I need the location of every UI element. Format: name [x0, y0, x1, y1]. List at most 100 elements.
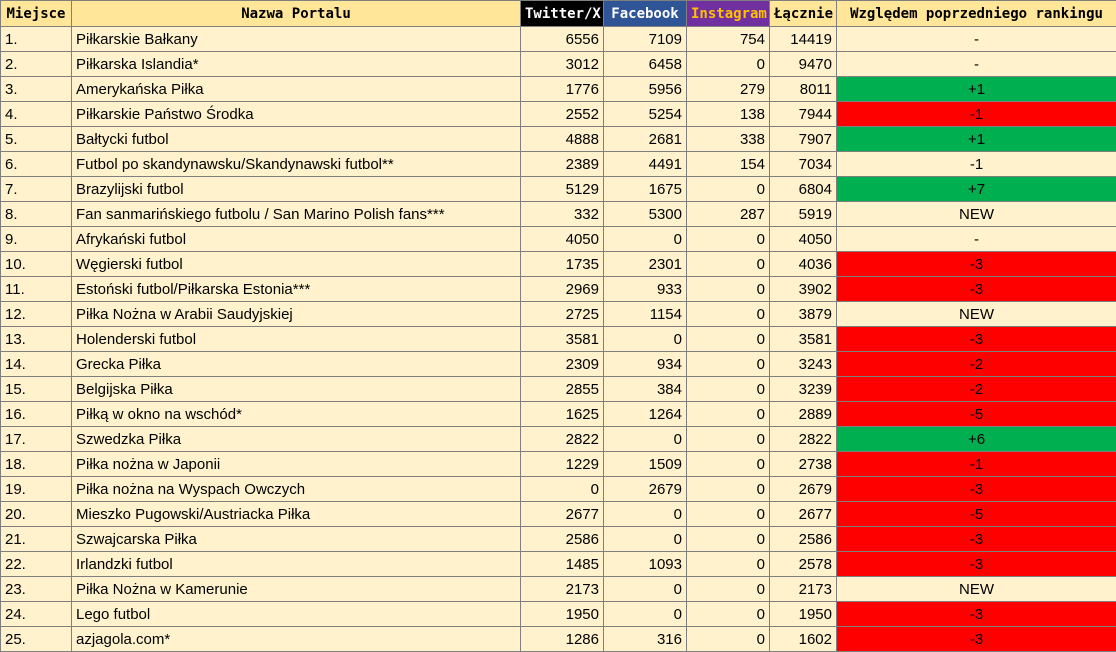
cell-ranking-change[interactable]: -2	[836, 351, 1116, 377]
cell-instagram[interactable]: 0	[686, 376, 770, 402]
cell-twitter[interactable]: 5129	[520, 176, 604, 202]
cell-ranking-change[interactable]: -2	[836, 376, 1116, 402]
cell-instagram[interactable]: 0	[686, 451, 770, 477]
cell-portal-name[interactable]: Mieszko Pugowski/Austriacka Piłka	[71, 501, 521, 527]
cell-facebook[interactable]: 1509	[603, 451, 687, 477]
cell-instagram[interactable]: 754	[686, 26, 770, 52]
cell-total[interactable]: 2889	[769, 401, 837, 427]
cell-twitter[interactable]: 1776	[520, 76, 604, 102]
cell-twitter[interactable]: 2677	[520, 501, 604, 527]
cell-portal-name[interactable]: Futbol po skandynawsku/Skandynawski futb…	[71, 151, 521, 177]
cell-total[interactable]: 3581	[769, 326, 837, 352]
cell-ranking-change[interactable]: -3	[836, 326, 1116, 352]
cell-facebook[interactable]: 6458	[603, 51, 687, 77]
cell-place[interactable]: 3.	[0, 76, 72, 102]
header-portal-name[interactable]: Nazwa Portalu	[71, 0, 521, 27]
cell-portal-name[interactable]: Piłka Nożna w Arabii Saudyjskiej	[71, 301, 521, 327]
cell-instagram[interactable]: 0	[686, 351, 770, 377]
cell-instagram[interactable]: 0	[686, 526, 770, 552]
cell-ranking-change[interactable]: +6	[836, 426, 1116, 452]
cell-ranking-change[interactable]: -	[836, 226, 1116, 252]
cell-facebook[interactable]: 934	[603, 351, 687, 377]
cell-twitter[interactable]: 1735	[520, 251, 604, 277]
cell-facebook[interactable]: 0	[603, 526, 687, 552]
cell-facebook[interactable]: 1093	[603, 551, 687, 577]
cell-portal-name[interactable]: Piłka nożna w Japonii	[71, 451, 521, 477]
cell-portal-name[interactable]: Piłkarskie Państwo Środka	[71, 101, 521, 127]
cell-place[interactable]: 7.	[0, 176, 72, 202]
cell-twitter[interactable]: 4050	[520, 226, 604, 252]
cell-total[interactable]: 7907	[769, 126, 837, 152]
cell-total[interactable]: 9470	[769, 51, 837, 77]
cell-facebook[interactable]: 0	[603, 576, 687, 602]
cell-instagram[interactable]: 0	[686, 576, 770, 602]
cell-total[interactable]: 2586	[769, 526, 837, 552]
cell-place[interactable]: 16.	[0, 401, 72, 427]
cell-instagram[interactable]: 0	[686, 426, 770, 452]
cell-instagram[interactable]: 0	[686, 326, 770, 352]
cell-total[interactable]: 2677	[769, 501, 837, 527]
cell-twitter[interactable]: 0	[520, 476, 604, 502]
cell-total[interactable]: 4036	[769, 251, 837, 277]
cell-ranking-change[interactable]: -1	[836, 451, 1116, 477]
cell-ranking-change[interactable]: -1	[836, 151, 1116, 177]
cell-portal-name[interactable]: Piłkarskie Bałkany	[71, 26, 521, 52]
cell-twitter[interactable]: 1625	[520, 401, 604, 427]
cell-facebook[interactable]: 5254	[603, 101, 687, 127]
cell-ranking-change[interactable]: -3	[836, 626, 1116, 652]
cell-ranking-change[interactable]: NEW	[836, 301, 1116, 327]
cell-twitter[interactable]: 4888	[520, 126, 604, 152]
cell-instagram[interactable]: 279	[686, 76, 770, 102]
cell-instagram[interactable]: 0	[686, 401, 770, 427]
cell-twitter[interactable]: 2969	[520, 276, 604, 302]
cell-twitter[interactable]: 2725	[520, 301, 604, 327]
cell-facebook[interactable]: 1675	[603, 176, 687, 202]
cell-twitter[interactable]: 6556	[520, 26, 604, 52]
cell-ranking-change[interactable]: -	[836, 51, 1116, 77]
cell-place[interactable]: 24.	[0, 601, 72, 627]
cell-twitter[interactable]: 2389	[520, 151, 604, 177]
cell-instagram[interactable]: 0	[686, 551, 770, 577]
cell-place[interactable]: 4.	[0, 101, 72, 127]
cell-instagram[interactable]: 287	[686, 201, 770, 227]
header-twitter[interactable]: Twitter/X	[520, 0, 604, 27]
cell-place[interactable]: 13.	[0, 326, 72, 352]
cell-twitter[interactable]: 1485	[520, 551, 604, 577]
cell-ranking-change[interactable]: -3	[836, 476, 1116, 502]
cell-facebook[interactable]: 4491	[603, 151, 687, 177]
cell-place[interactable]: 18.	[0, 451, 72, 477]
cell-ranking-change[interactable]: -1	[836, 101, 1116, 127]
cell-instagram[interactable]: 0	[686, 226, 770, 252]
cell-place[interactable]: 20.	[0, 501, 72, 527]
cell-facebook[interactable]: 0	[603, 226, 687, 252]
cell-portal-name[interactable]: Estoński futbol/Piłkarska Estonia***	[71, 276, 521, 302]
cell-instagram[interactable]: 0	[686, 626, 770, 652]
cell-facebook[interactable]: 7109	[603, 26, 687, 52]
cell-facebook[interactable]: 0	[603, 426, 687, 452]
cell-twitter[interactable]: 2309	[520, 351, 604, 377]
cell-total[interactable]: 3902	[769, 276, 837, 302]
cell-twitter[interactable]: 3581	[520, 326, 604, 352]
cell-instagram[interactable]: 0	[686, 251, 770, 277]
cell-twitter[interactable]: 3012	[520, 51, 604, 77]
cell-instagram[interactable]: 0	[686, 476, 770, 502]
cell-total[interactable]: 1950	[769, 601, 837, 627]
cell-place[interactable]: 1.	[0, 26, 72, 52]
cell-facebook[interactable]: 2679	[603, 476, 687, 502]
cell-portal-name[interactable]: Szwedzka Piłka	[71, 426, 521, 452]
cell-twitter[interactable]: 2822	[520, 426, 604, 452]
cell-ranking-change[interactable]: +7	[836, 176, 1116, 202]
cell-portal-name[interactable]: Piłka Nożna w Kamerunie	[71, 576, 521, 602]
cell-ranking-change[interactable]: +1	[836, 76, 1116, 102]
cell-twitter[interactable]: 2173	[520, 576, 604, 602]
cell-twitter[interactable]: 2855	[520, 376, 604, 402]
cell-total[interactable]: 5919	[769, 201, 837, 227]
cell-portal-name[interactable]: Grecka Piłka	[71, 351, 521, 377]
cell-instagram[interactable]: 154	[686, 151, 770, 177]
cell-place[interactable]: 22.	[0, 551, 72, 577]
cell-instagram[interactable]: 0	[686, 301, 770, 327]
cell-ranking-change[interactable]: -3	[836, 526, 1116, 552]
cell-facebook[interactable]: 5300	[603, 201, 687, 227]
cell-total[interactable]: 7944	[769, 101, 837, 127]
cell-portal-name[interactable]: Belgijska Piłka	[71, 376, 521, 402]
